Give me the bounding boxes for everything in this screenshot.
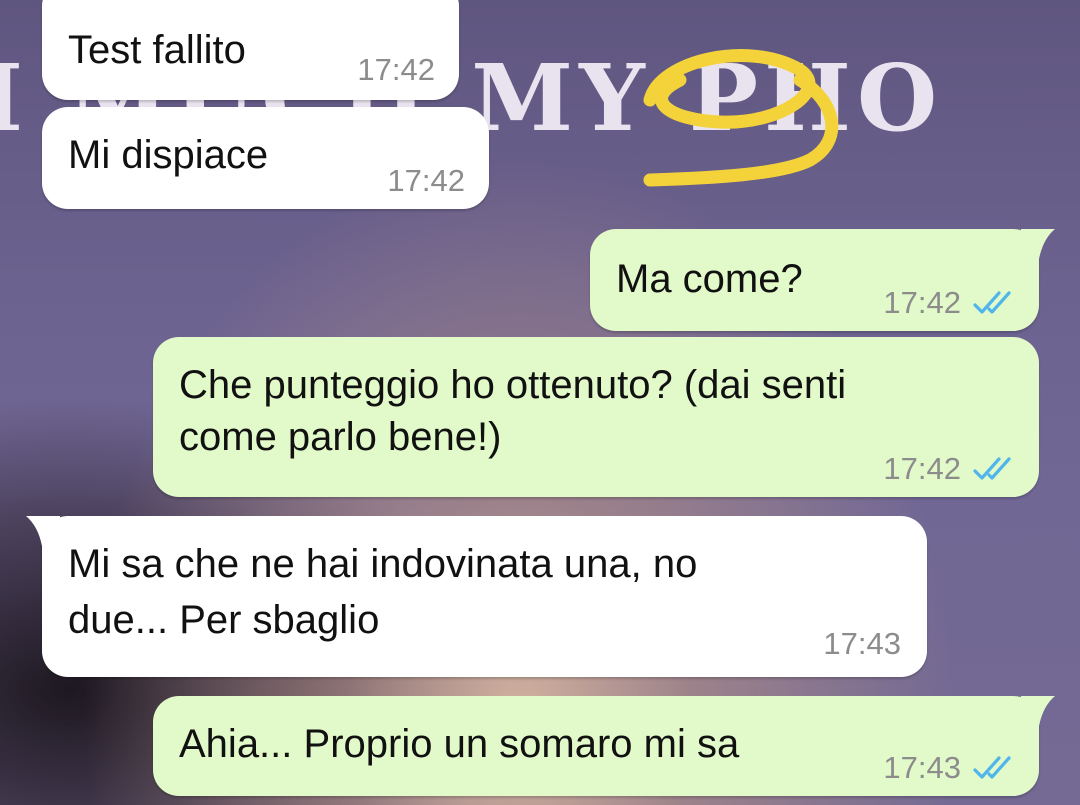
message-time: 17:42 [883,451,961,486]
message-bubble-incoming[interactable]: Mi sa che ne hai indovinata una, no due.… [26,516,927,677]
message-bubble-outgoing[interactable]: Che punteggio ho ottenuto? (dai senti co… [153,337,1039,497]
bubble-tail [1021,229,1055,259]
message-timestamp: 17:42 [883,277,1017,329]
message-timestamp: 17:42 [357,44,435,96]
message-timestamp: 17:42 [883,443,1017,495]
message-text-line: Che punteggio ho ottenuto? (dai senti [179,363,847,407]
message-bubble-outgoing[interactable]: Ahia... Proprio un somaro mi sa 17:43 [153,696,1055,796]
message-timestamp: 17:43 [823,618,901,670]
message-bubble-incoming[interactable]: Test fallito 17:42 [42,0,459,100]
message-bubble-incoming[interactable]: Mi dispiace 17:42 [42,107,489,209]
message-text: Ahia... Proprio un somaro mi sa [179,722,740,766]
message-timestamp: 17:43 [883,742,1017,794]
message-text-line: come parlo bene!) [179,415,502,459]
message-time: 17:43 [823,626,901,661]
message-text: Mi dispiace [68,133,269,177]
message-text: Ma come? [616,257,803,301]
double-check-icon [973,756,1011,779]
message-text: Test fallito [68,28,246,72]
message-time: 17:42 [387,163,465,198]
bubble-tail [1021,696,1055,726]
message-bubble-outgoing[interactable]: Ma come? 17:42 [590,229,1055,331]
message-time: 17:42 [357,52,435,87]
message-text-line: due... Per sbaglio [68,598,380,642]
message-time: 17:42 [883,285,961,320]
yellow-scribble-annotation [643,49,839,187]
message-timestamp: 17:42 [387,155,465,207]
bubble-tail [26,516,60,546]
double-check-icon [973,291,1011,314]
message-text-line: Mi sa che ne hai indovinata una, no [68,542,698,586]
double-check-icon [973,457,1011,480]
message-time: 17:43 [883,750,961,785]
